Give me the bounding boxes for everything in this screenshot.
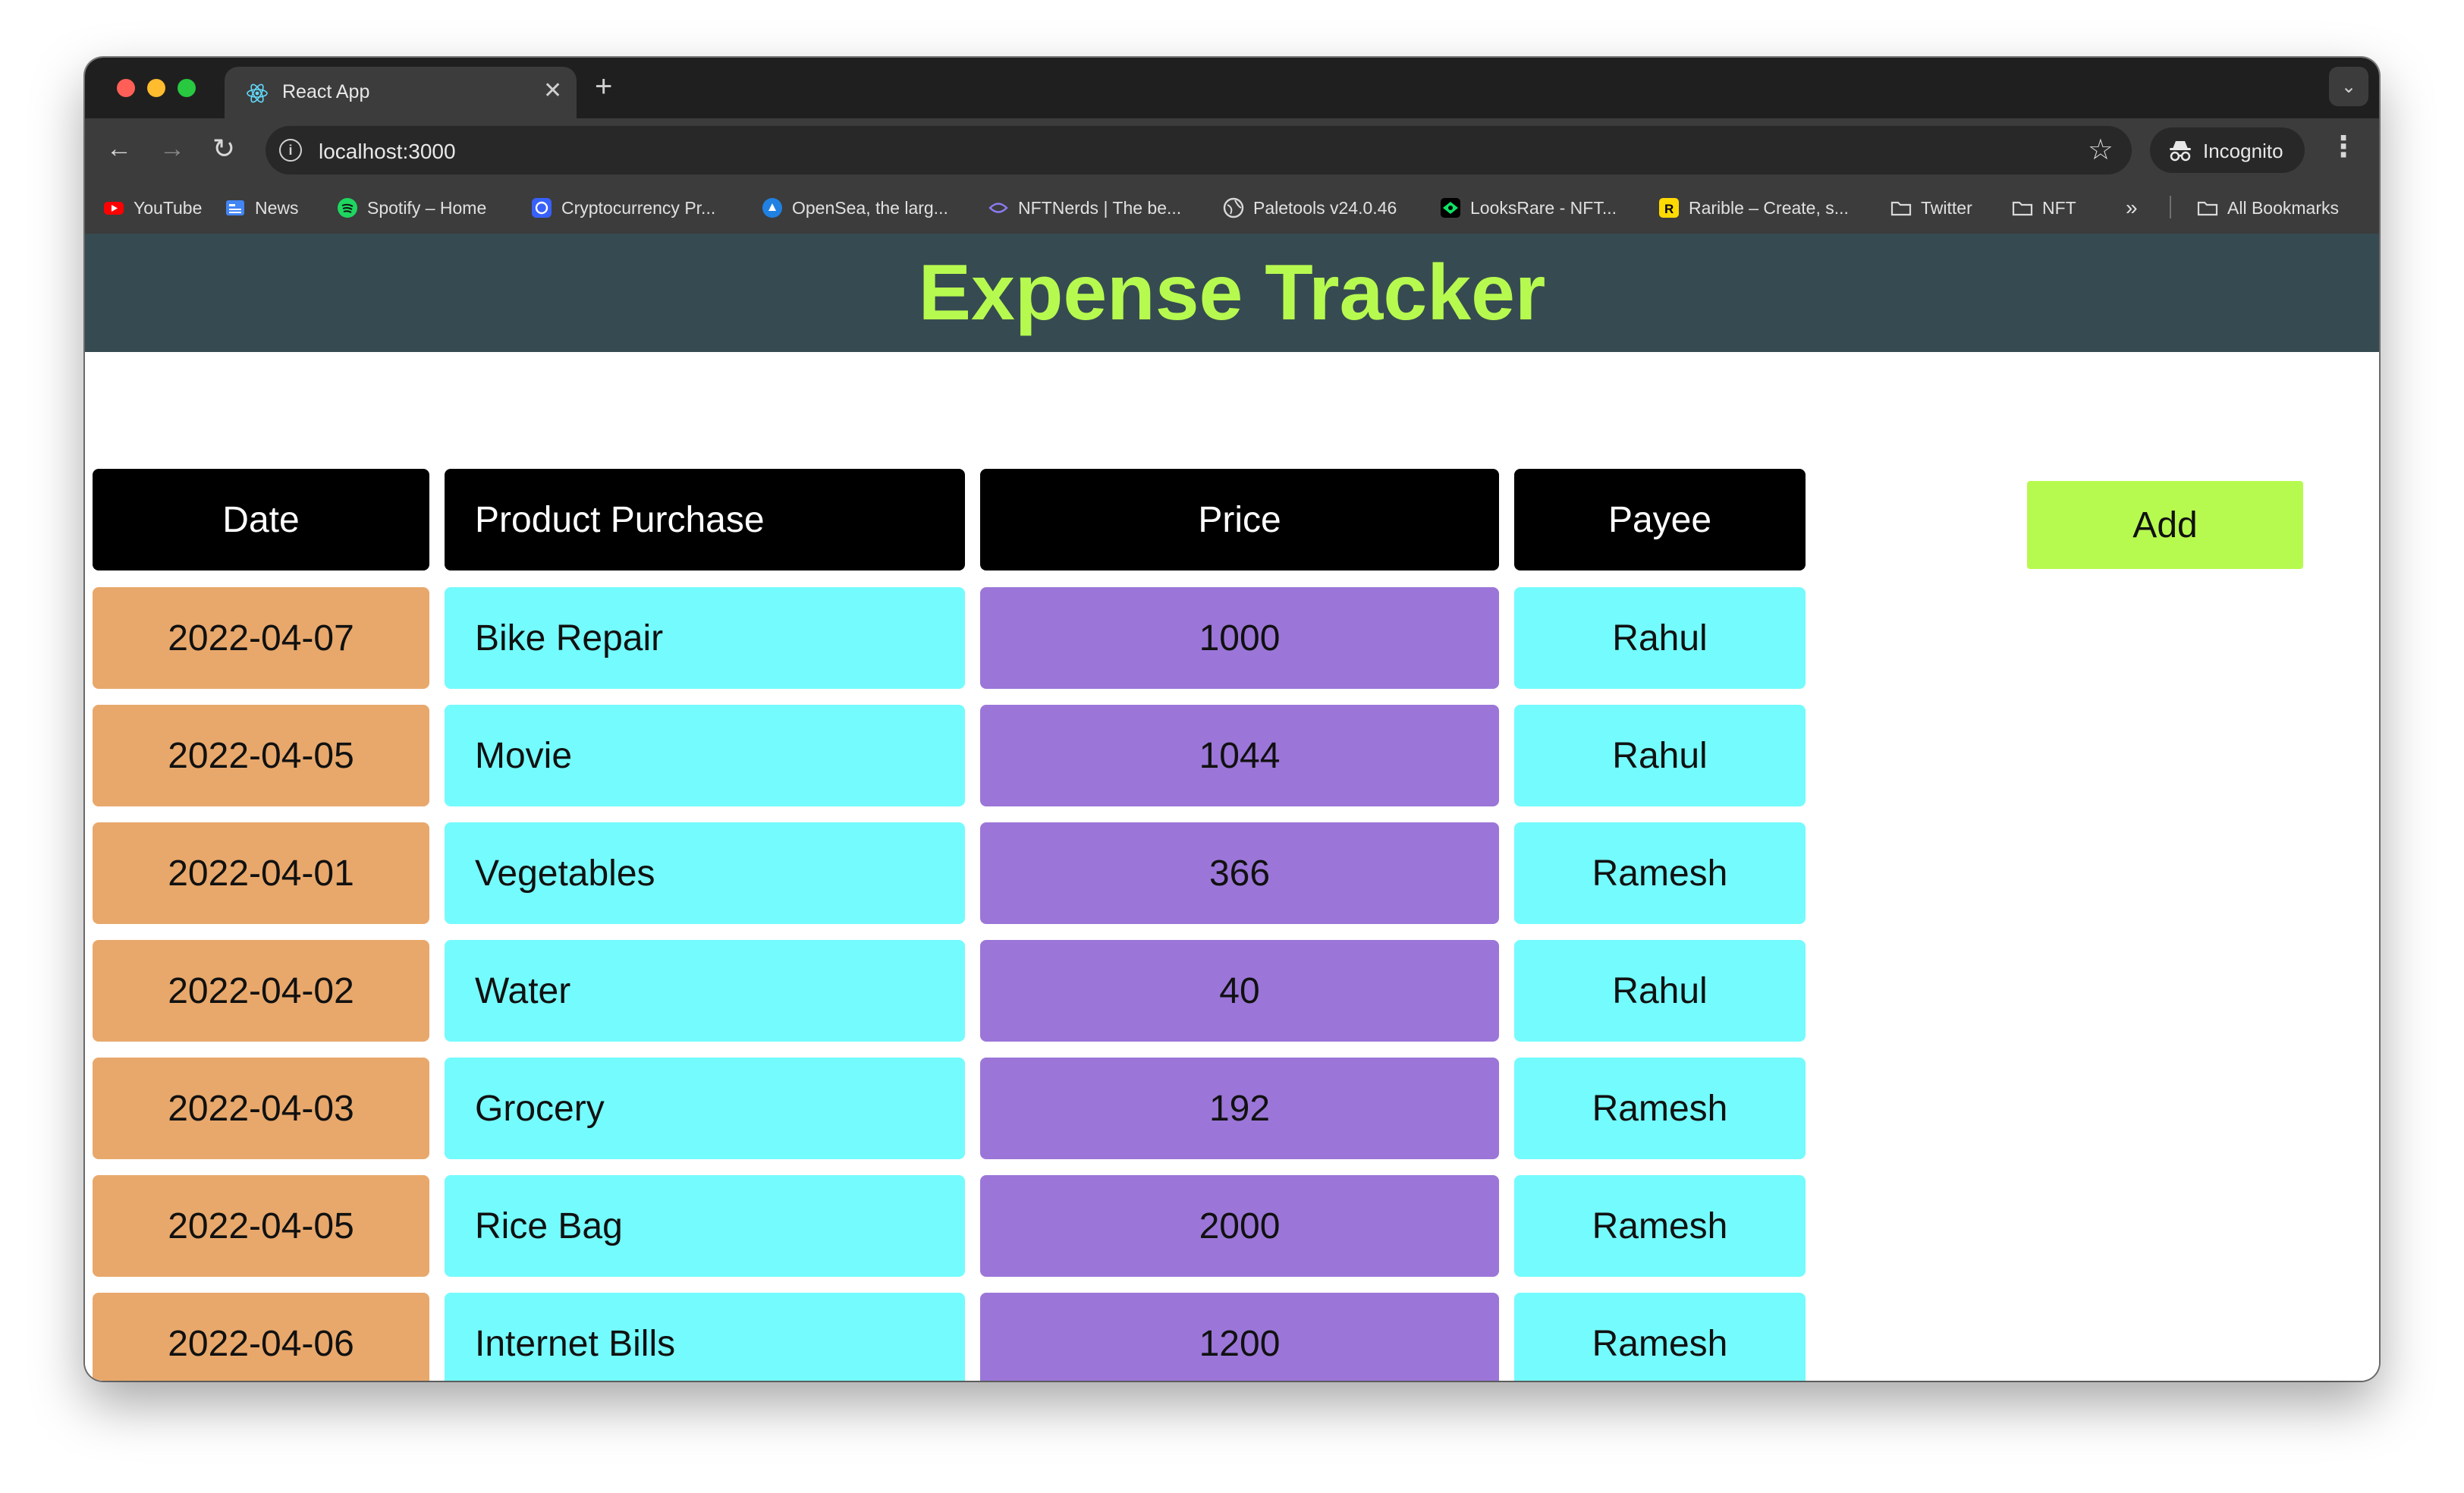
date-cell: 2022-04-01 — [93, 822, 429, 924]
browser-menu-icon[interactable]: ⋮ — [2329, 129, 2358, 165]
price-cell: 1200 — [980, 1293, 1499, 1381]
product-cell: Bike Repair — [445, 587, 965, 689]
incognito-button[interactable]: Incognito — [2150, 127, 2305, 173]
payee-cell: Ramesh — [1514, 1175, 1806, 1277]
add-expense-button[interactable]: Add — [2027, 481, 2303, 569]
payee-cell: Ramesh — [1514, 822, 1806, 924]
looksrare-icon — [1440, 197, 1461, 218]
tab-react-app[interactable]: React App ✕ — [225, 67, 577, 118]
url-text[interactable]: localhost:3000 — [319, 140, 456, 164]
app-viewport: Expense Tracker Date Product Purchase Pr… — [85, 234, 2379, 1381]
bookmark-news[interactable]: News — [225, 196, 299, 220]
maximize-window-button[interactable] — [178, 79, 196, 97]
payee-cell: Rahul — [1514, 705, 1806, 806]
reload-icon[interactable]: ↻ — [212, 132, 235, 165]
product-cell: Rice Bag — [445, 1175, 965, 1277]
date-cell: 2022-04-05 — [93, 705, 429, 806]
bookmark-rarible[interactable]: R Rarible – Create, s... — [1658, 196, 1849, 220]
price-cell: 1000 — [980, 587, 1499, 689]
product-cell: Movie — [445, 705, 965, 806]
bookmark-paletools[interactable]: Paletools v24.0.46 — [1223, 196, 1397, 220]
bookmark-cryptocurrency[interactable]: Cryptocurrency Pr... — [531, 196, 715, 220]
bookmark-youtube[interactable]: YouTube — [103, 196, 202, 220]
bookmarks-divider — [2170, 196, 2171, 218]
price-cell: 192 — [980, 1058, 1499, 1159]
globe-icon — [1223, 197, 1244, 218]
payee-cell: Ramesh — [1514, 1058, 1806, 1159]
date-cell: 2022-04-02 — [93, 940, 429, 1042]
bookmark-folder-nft[interactable]: NFT — [2012, 196, 2076, 220]
bookmark-folder-twitter[interactable]: Twitter — [1890, 196, 1972, 220]
rarible-icon: R — [1658, 197, 1680, 218]
bookmarks-bar: YouTube News Spotify – Home Cryptocurren… — [85, 179, 2379, 234]
back-arrow-icon[interactable]: ← — [106, 132, 132, 165]
bookmark-star-icon[interactable]: ☆ — [2088, 134, 2114, 167]
bookmarks-overflow-icon[interactable]: » — [2126, 196, 2138, 220]
youtube-icon — [103, 197, 124, 218]
bookmark-spotify[interactable]: Spotify – Home — [337, 196, 486, 220]
tab-title: React App — [282, 81, 370, 102]
date-cell: 2022-04-03 — [93, 1058, 429, 1159]
opensea-icon — [762, 197, 783, 218]
column-header-price: Price — [980, 469, 1499, 570]
bookmark-folder-all-bookmarks[interactable]: All Bookmarks — [2197, 196, 2339, 220]
price-cell: 40 — [980, 940, 1499, 1042]
react-icon — [247, 83, 268, 103]
price-cell: 2000 — [980, 1175, 1499, 1277]
coinmarketcap-icon — [531, 197, 552, 218]
page-title: Expense Tracker — [918, 249, 1546, 337]
new-tab-button[interactable]: + — [595, 68, 612, 105]
folder-icon — [2012, 197, 2033, 218]
close-window-button[interactable] — [117, 79, 135, 97]
folder-icon — [1890, 197, 1912, 218]
bookmark-looksrare[interactable]: LooksRare - NFT... — [1440, 196, 1617, 220]
browser-window: React App ✕ + ⌄ ← → ↻ i localhost:3000 ☆… — [85, 58, 2379, 1381]
payee-cell: Rahul — [1514, 587, 1806, 689]
date-cell: 2022-04-05 — [93, 1175, 429, 1277]
tab-search-chevron-icon[interactable]: ⌄ — [2329, 67, 2368, 106]
incognito-label: Incognito — [2203, 140, 2283, 162]
google-news-icon — [225, 197, 246, 218]
app-header: Expense Tracker — [85, 234, 2379, 352]
date-cell: 2022-04-06 — [93, 1293, 429, 1381]
tab-close-icon[interactable]: ✕ — [543, 77, 562, 105]
column-header-date: Date — [93, 469, 429, 570]
forward-arrow-icon[interactable]: → — [159, 132, 185, 165]
product-cell: Grocery — [445, 1058, 965, 1159]
minimize-window-button[interactable] — [147, 79, 165, 97]
site-info-icon[interactable]: i — [279, 139, 302, 162]
column-header-product: Product Purchase — [445, 469, 965, 570]
spotify-icon — [337, 197, 358, 218]
payee-cell: Ramesh — [1514, 1293, 1806, 1381]
product-cell: Vegetables — [445, 822, 965, 924]
browser-toolbar: ← → ↻ i localhost:3000 ☆ Incognito ⋮ — [85, 118, 2379, 179]
date-cell: 2022-04-07 — [93, 587, 429, 689]
svg-text:R: R — [1664, 202, 1674, 216]
folder-icon — [2197, 197, 2218, 218]
address-bar[interactable]: i localhost:3000 ☆ — [266, 126, 2132, 174]
incognito-icon — [2170, 141, 2191, 162]
column-header-payee: Payee — [1514, 469, 1806, 570]
bookmark-opensea[interactable]: OpenSea, the larg... — [762, 196, 948, 220]
tab-strip: React App ✕ + ⌄ — [85, 58, 2379, 118]
bookmark-nftnerds[interactable]: NFTNerds | The be... — [988, 196, 1181, 220]
product-cell: Internet Bills — [445, 1293, 965, 1381]
price-cell: 366 — [980, 822, 1499, 924]
payee-cell: Rahul — [1514, 940, 1806, 1042]
price-cell: 1044 — [980, 705, 1499, 806]
product-cell: Water — [445, 940, 965, 1042]
nftnerds-icon — [988, 197, 1009, 218]
